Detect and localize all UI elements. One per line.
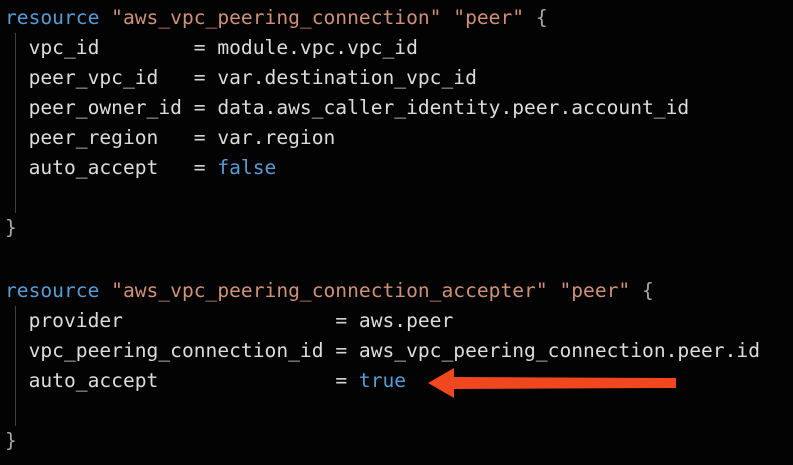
equals-sign: = [193, 66, 206, 89]
attribute-line: peer_vpc_id = var.destination_vpc_id [5, 63, 477, 93]
attribute-value: data.aws_caller_identity.peer.account_id [217, 96, 690, 119]
attribute-value: var.destination_vpc_id [217, 66, 477, 89]
attribute-key: peer_region [28, 126, 194, 149]
attribute-key: auto_accept [28, 369, 336, 392]
equals-sign: = [335, 369, 348, 392]
close-brace: } [5, 429, 17, 452]
resource-name: "peer" [453, 6, 525, 29]
resource-name: "peer" [559, 279, 631, 302]
attribute-value-bool: true [358, 369, 407, 392]
attribute-value-bool: false [217, 156, 277, 179]
attribute-value: var.region [217, 126, 336, 149]
attribute-line: auto_accept = true [5, 366, 407, 396]
open-brace: { [642, 279, 654, 302]
attribute-key: peer_owner_id [28, 96, 194, 119]
equals-sign: = [193, 156, 206, 179]
open-brace: { [535, 6, 548, 29]
keyword-resource: resource [5, 279, 100, 302]
attribute-key: vpc_id [28, 36, 194, 59]
attribute-line: auto_accept = false [5, 153, 277, 183]
attribute-key: vpc_peering_connection_id [28, 339, 336, 362]
close-brace-line: } [5, 426, 17, 456]
left-arrow-icon [428, 368, 676, 398]
attribute-line: vpc_peering_connection_id = aws_vpc_peer… [5, 336, 760, 366]
attribute-line: vpc_id = module.vpc.vpc_id [5, 33, 418, 63]
code-editor: resource "aws_vpc_peering_connection" "p… [0, 0, 793, 465]
attribute-key: auto_accept [28, 156, 194, 179]
resource-header-1: resource "aws_vpc_peering_connection" "p… [5, 3, 548, 33]
close-brace: } [5, 216, 17, 239]
equals-sign: = [193, 126, 206, 149]
close-brace-line: } [5, 213, 17, 243]
equals-sign: = [193, 36, 206, 59]
attribute-key: peer_vpc_id [28, 66, 194, 89]
attribute-line: peer_owner_id = data.aws_caller_identity… [5, 93, 690, 123]
attribute-value: aws.peer [358, 309, 454, 332]
attribute-value: module.vpc.vpc_id [217, 36, 418, 59]
attribute-line: peer_region = var.region [5, 123, 336, 153]
resource-type: "aws_vpc_peering_connection_accepter" [111, 279, 548, 302]
equals-sign: = [335, 339, 348, 362]
equals-sign: = [335, 309, 348, 332]
keyword-resource: resource [5, 6, 100, 29]
attribute-value: aws_vpc_peering_connection.peer.id [358, 339, 760, 362]
resource-type: "aws_vpc_peering_connection" [111, 6, 442, 29]
resource-header-2: resource "aws_vpc_peering_connection_acc… [5, 276, 654, 306]
attribute-key: provider [28, 309, 336, 332]
attribute-line: provider = aws.peer [5, 306, 454, 336]
equals-sign: = [193, 96, 206, 119]
